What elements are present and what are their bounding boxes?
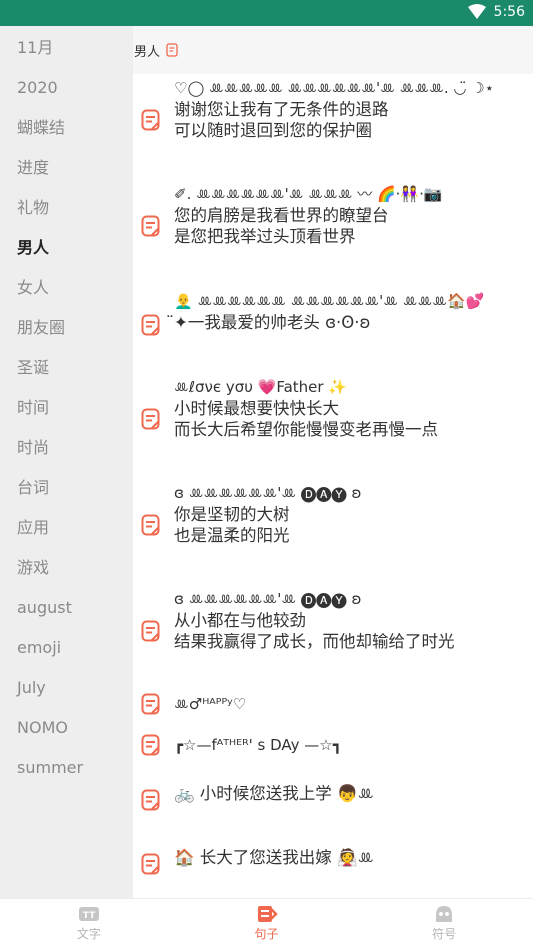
- sidebar-item-hudiejie[interactable]: 蝴蝶结: [0, 108, 133, 148]
- copy-note-icon[interactable]: [141, 693, 160, 715]
- copy-note-icon[interactable]: [141, 314, 160, 336]
- sidebar-item-taici[interactable]: 台词: [0, 468, 133, 508]
- sentence-row[interactable]: ꔛ♂ᴴᴬᴾᴾʸ♡: [133, 692, 533, 722]
- copy-note-icon[interactable]: [141, 514, 160, 536]
- sidebar-item-july[interactable]: July: [0, 668, 133, 708]
- category-sidebar: 11月 2020 蝴蝶结 进度 礼物 男人 女人 朋友圈 圣诞 时间 时尚 台词…: [0, 26, 133, 898]
- copy-note-icon[interactable]: [141, 109, 160, 131]
- copy-note-icon[interactable]: [141, 215, 160, 237]
- sentence-text: ꔛℓσνє уσυ 💗Father ✨ 小时候最想要快快长大 而长大后希望你能慢…: [174, 378, 438, 439]
- sidebar-item-nvren[interactable]: 女人: [0, 268, 133, 308]
- sentence-row[interactable]: ♡◯ ꔛꔛꔛꔛꔛ ꔛꔛꔛꔛꔛꔛ'ꔛ ꔛꔛꔛ. ◡̈ ☽⋆ 谢谢您让我有了无条件的…: [133, 78, 533, 158]
- sentence-icon: [257, 906, 278, 922]
- sentence-row[interactable]: ✐. ꔛꔛꔛꔛꔛꔛ'ꔛ ꔛꔛꔛ 〰 🌈·👭·📷 您的肩膀是我看世界的瞭望台 是您…: [133, 184, 533, 264]
- sentence-row[interactable]: ┏☆—fᴬᵀᴴᴱᴿ' s DAy —☆┓: [133, 733, 533, 763]
- sentence-text: ┏☆—fᴬᵀᴴᴱᴿ' s DAy —☆┓: [174, 736, 342, 754]
- sidebar-item-yingyong[interactable]: 应用: [0, 508, 133, 548]
- sentence-text: 🚲 小时候您送我上学 👦ꔛ: [174, 784, 374, 803]
- text-icon: TT: [78, 907, 99, 921]
- sidebar-item-august[interactable]: august: [0, 588, 133, 628]
- symbol-icon: [436, 906, 453, 922]
- copy-note-icon[interactable]: [141, 853, 160, 875]
- status-bar: 5:56: [0, 0, 533, 26]
- sidebar-item-nanren[interactable]: 男人: [0, 228, 133, 268]
- tab-text[interactable]: TT 文字: [0, 899, 178, 948]
- sentence-text: ɞ ꔛꔛꔛꔛꔛꔛ'ꔛ 🅓🅐🅨 ʚ 从小都在与他较劲 结果我赢得了成长，而他却输给…: [174, 590, 455, 651]
- category-header: 男人: [133, 26, 533, 74]
- sidebar-item-liwu[interactable]: 礼物: [0, 188, 133, 228]
- note-icon: [166, 43, 178, 57]
- sentence-text: ꔛ♂ᴴᴬᴾᴾʸ♡: [174, 695, 247, 713]
- sentence-panel: 男人 ♡◯ ꔛꔛꔛꔛꔛ ꔛꔛꔛꔛꔛꔛ'ꔛ ꔛꔛꔛ. ◡̈ ☽⋆ 谢谢您让我有了无…: [133, 26, 533, 898]
- tab-symbol[interactable]: 符号: [355, 899, 533, 948]
- sentence-row[interactable]: ɞ ꔛꔛꔛꔛꔛꔛ'ꔛ 🅓🅐🅨 ʚ 你是坚韧的大树 也是温柔的阳光: [133, 483, 533, 563]
- sidebar-item-shishang[interactable]: 时尚: [0, 428, 133, 468]
- sidebar-item-shengdan[interactable]: 圣诞: [0, 348, 133, 388]
- bottom-nav: TT 文字 句子 符号: [0, 898, 533, 948]
- copy-note-icon[interactable]: [141, 408, 160, 430]
- copy-note-icon[interactable]: [141, 734, 160, 756]
- sentence-row[interactable]: 👨‍🦲 ꔛꔛꔛꔛꔛꔛ ꔛꔛꔛꔛꔛꔛ'ꔛ ꔛꔛꔛ🏠💕 ̈✦一我最爱的帅老头 ɞ·ʘ…: [133, 291, 533, 356]
- sidebar-item-jindu[interactable]: 进度: [0, 148, 133, 188]
- sentence-text: ♡◯ ꔛꔛꔛꔛꔛ ꔛꔛꔛꔛꔛꔛ'ꔛ ꔛꔛꔛ. ◡̈ ☽⋆ 谢谢您让我有了无条件的…: [174, 79, 495, 140]
- sentence-row[interactable]: ɞ ꔛꔛꔛꔛꔛꔛ'ꔛ 🅓🅐🅨 ʚ 从小都在与他较劲 结果我赢得了成长，而他却输给…: [133, 589, 533, 669]
- copy-note-icon[interactable]: [141, 620, 160, 642]
- wifi-icon: [467, 4, 486, 19]
- sentence-text: 🏠 长大了您送我出嫁 👰ꔛ: [174, 848, 374, 867]
- sidebar-item-11yue[interactable]: 11月: [0, 28, 133, 68]
- category-title: 男人: [134, 44, 161, 60]
- sentence-text: ɞ ꔛꔛꔛꔛꔛꔛ'ꔛ 🅓🅐🅨 ʚ 你是坚韧的大树 也是温柔的阳光: [174, 484, 362, 545]
- sentence-row[interactable]: ꔛℓσνє уσυ 💗Father ✨ 小时候最想要快快长大 而长大后希望你能慢…: [133, 377, 533, 457]
- tab-sentence[interactable]: 句子: [178, 899, 356, 948]
- svg-text:TT: TT: [83, 911, 96, 921]
- sentence-text: ✐. ꔛꔛꔛꔛꔛꔛ'ꔛ ꔛꔛꔛ 〰 🌈·👭·📷 您的肩膀是我看世界的瞭望台 是您…: [174, 185, 443, 246]
- sidebar-item-2020[interactable]: 2020: [0, 68, 133, 108]
- sidebar-item-nomo[interactable]: NOMO: [0, 708, 133, 748]
- status-time: 5:56: [493, 4, 525, 20]
- sentence-text: 👨‍🦲 ꔛꔛꔛꔛꔛꔛ ꔛꔛꔛꔛꔛꔛ'ꔛ ꔛꔛꔛ🏠💕 ̈✦一我最爱的帅老头 ɞ·ʘ…: [174, 292, 485, 332]
- sentence-row[interactable]: 🚲 小时候您送我上学 👦ꔛ: [133, 783, 533, 819]
- sidebar-item-youxi[interactable]: 游戏: [0, 548, 133, 588]
- sidebar-item-emoji[interactable]: emoji: [0, 628, 133, 668]
- copy-note-icon[interactable]: [141, 789, 160, 811]
- sentence-row[interactable]: 🏠 长大了您送我出嫁 👰ꔛ: [133, 847, 533, 883]
- sidebar-item-summer[interactable]: summer: [0, 748, 133, 788]
- sidebar-item-pengyouquan[interactable]: 朋友圈: [0, 308, 133, 348]
- sidebar-item-shijian[interactable]: 时间: [0, 388, 133, 428]
